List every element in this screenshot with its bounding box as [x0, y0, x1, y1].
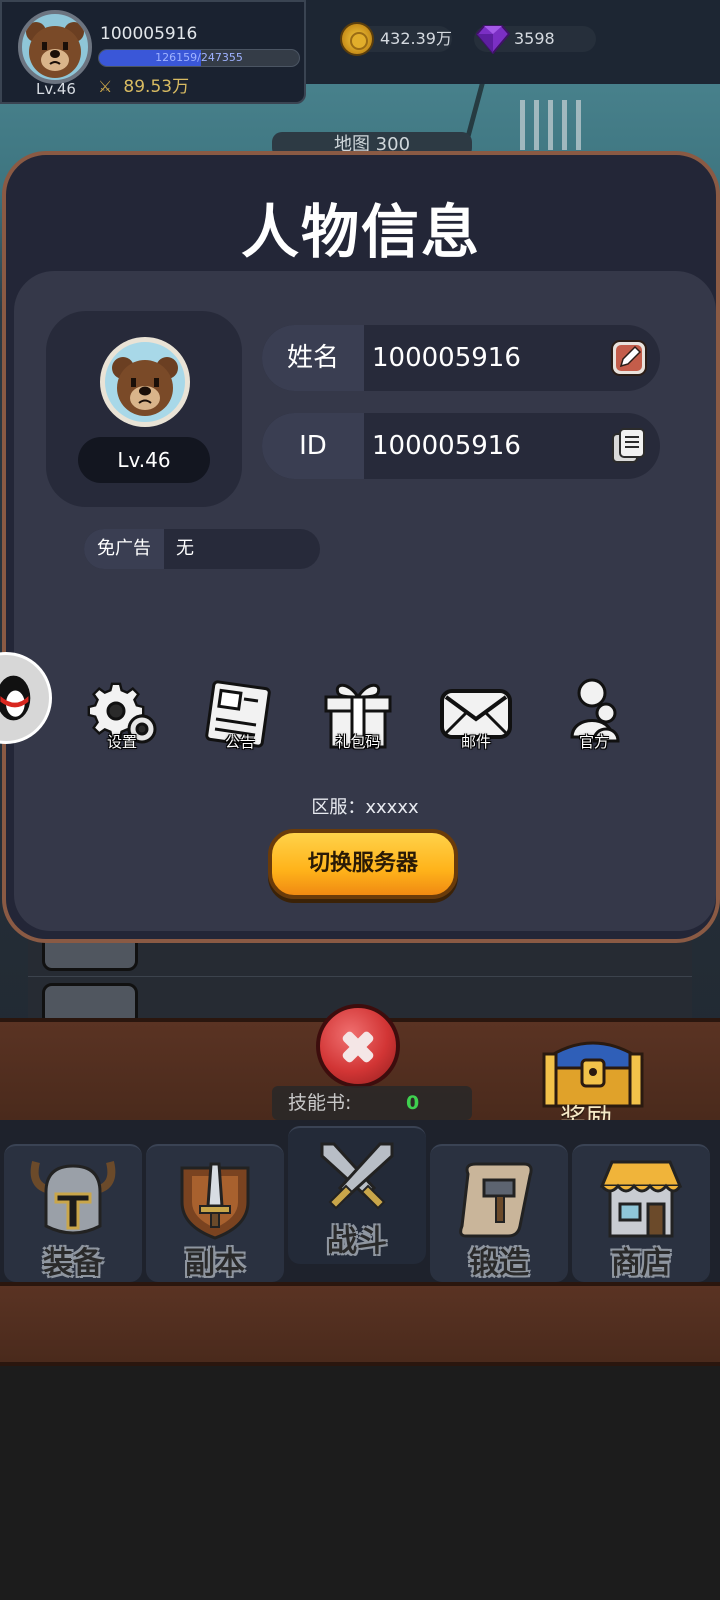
id-key: ID — [262, 413, 364, 479]
character-info-modal: 人物信息 Lv.46 姓名 100005916 ID 100005916 免广告… — [2, 151, 720, 943]
bear-avatar-icon — [26, 22, 84, 78]
name-row: 姓名 100005916 — [262, 325, 660, 391]
gold-coin-icon — [340, 22, 374, 56]
mail-label: 邮件 — [460, 733, 491, 751]
gem-icon — [476, 25, 510, 54]
id-row: ID 100005916 — [262, 413, 660, 479]
skill-book-label: 技能书: — [288, 1092, 352, 1114]
player-name: 100005916 — [100, 24, 198, 44]
tab-shop[interactable]: 商店 — [572, 1144, 710, 1282]
close-button[interactable] — [316, 1004, 400, 1088]
switch-server-button[interactable]: 切换服务器 — [268, 829, 458, 899]
ad-free-value: 无 — [176, 538, 194, 559]
crossed-swords-icon — [320, 1142, 394, 1210]
bear-avatar-icon — [112, 357, 178, 416]
edit-icon[interactable] — [610, 338, 648, 378]
mail-button[interactable]: 邮件 — [426, 677, 526, 757]
server-info: 区服：xxxxx — [311, 797, 419, 818]
avatar-card: Lv.46 — [46, 311, 242, 507]
gem-counter[interactable]: 3598 — [474, 25, 596, 54]
gold-counter[interactable]: 432.39万 — [340, 22, 452, 56]
gold-value: 432.39万 — [380, 29, 452, 48]
official-button[interactable]: 官方 — [544, 677, 644, 757]
tab-battle[interactable]: 战斗 — [288, 1126, 426, 1264]
gift-code-button[interactable]: 礼包码 — [308, 677, 408, 757]
game-screen: 地图 300 Lv.46 100005916 126159/247355 ⚔ 8… — [0, 0, 720, 1600]
tab-forge-label: 锻造 — [469, 1246, 529, 1281]
tab-battle-label: 战斗 — [327, 1224, 387, 1259]
skill-book-count: 0 — [406, 1092, 420, 1114]
tab-equipment[interactable]: 装备 — [4, 1144, 142, 1282]
gem-value: 3598 — [514, 29, 555, 48]
notice-label: 公告 — [224, 733, 255, 751]
ad-free-row: 免广告 无 — [84, 529, 320, 569]
shop-icon — [599, 1160, 683, 1238]
tab-equipment-label: 装备 — [43, 1246, 103, 1281]
tab-shop-label: 商店 — [611, 1246, 671, 1281]
xp-bar: 126159/247355 — [98, 49, 300, 67]
copy-icon[interactable] — [610, 426, 648, 466]
settings-button[interactable]: 设置 — [72, 677, 172, 757]
qq-side-button[interactable] — [0, 652, 52, 744]
tab-dungeon[interactable]: 副本 — [146, 1144, 284, 1282]
xp-text: 126159/247355 — [155, 51, 243, 64]
lower-wood-band — [0, 1282, 720, 1366]
modal-title: 人物信息 — [240, 198, 481, 266]
bottom-empty-area — [0, 1366, 720, 1600]
player-avatar[interactable] — [18, 10, 92, 84]
name-key: 姓名 — [262, 325, 364, 391]
combat-power-value: 89.53万 — [123, 77, 190, 97]
tab-forge[interactable]: 锻造 — [430, 1144, 568, 1282]
settings-label: 设置 — [106, 733, 137, 751]
fence-decoration — [520, 100, 590, 150]
player-panel[interactable]: Lv.46 100005916 126159/247355 ⚔ 89.53万 — [0, 0, 306, 104]
crossed-swords-small-icon: ⚔ — [98, 77, 113, 96]
reward-chest-button[interactable]: 奖励 — [538, 1030, 648, 1134]
helmet-icon — [30, 1161, 116, 1235]
combat-power: ⚔ 89.53万 — [98, 72, 189, 97]
id-value: 100005916 — [372, 431, 521, 461]
ad-free-key: 免广告 — [84, 529, 164, 569]
sword-shield-icon — [180, 1162, 250, 1240]
penguin-icon — [0, 675, 31, 721]
modal-body: Lv.46 姓名 100005916 ID 100005916 免广告 无 设置… — [14, 271, 716, 931]
name-value: 100005916 — [372, 343, 521, 373]
notice-button[interactable]: 公告 — [190, 677, 290, 757]
skill-book-counter: 技能书: 0 — [272, 1086, 472, 1120]
avatar-level-badge: Lv.46 — [78, 437, 210, 483]
gift-code-label: 礼包码 — [335, 733, 381, 751]
official-label: 官方 — [578, 733, 609, 751]
character-avatar[interactable] — [100, 337, 190, 427]
tab-dungeon-label: 副本 — [185, 1246, 245, 1281]
scroll-hammer-icon — [459, 1162, 533, 1238]
player-level: Lv.46 — [36, 80, 76, 98]
